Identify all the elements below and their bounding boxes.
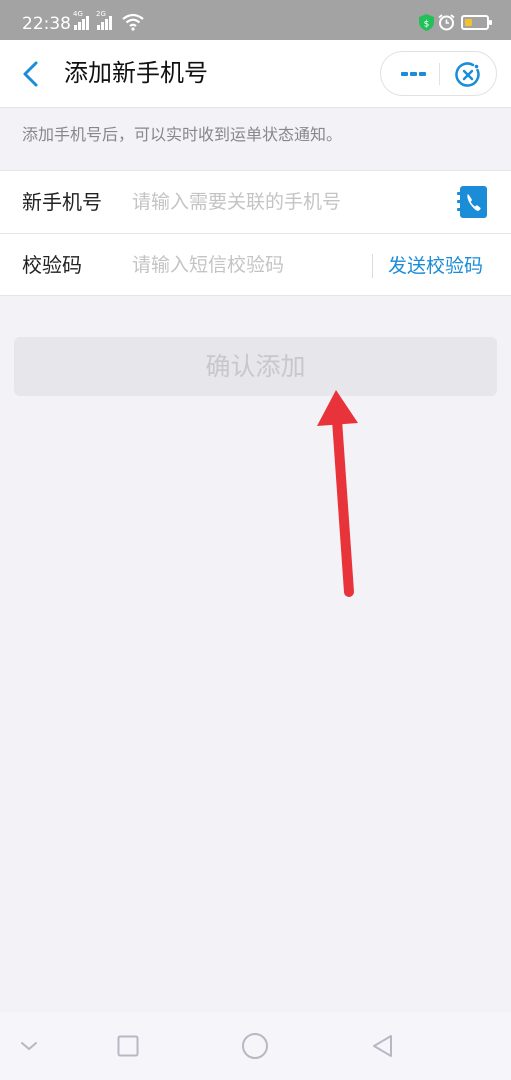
page-title: 添加新手机号 (64, 59, 208, 87)
wifi-icon (122, 13, 144, 31)
status-bar: 22:38 4G 2G $ (0, 0, 511, 40)
network-type-label: 4G (73, 10, 83, 18)
annotation-arrow-icon (317, 390, 358, 597)
more-options-button[interactable] (381, 52, 439, 95)
phone-label: 新手机号 (22, 190, 102, 214)
code-input[interactable] (132, 249, 364, 281)
contacts-phone-icon[interactable] (456, 185, 490, 219)
back-arrow-icon[interactable] (18, 60, 46, 88)
more-dots-icon (401, 72, 408, 76)
vertical-divider (372, 254, 373, 278)
security-shield-icon: $ (419, 14, 434, 31)
battery-level (465, 19, 472, 26)
network-type-label: 2G (96, 10, 106, 18)
send-code-button[interactable]: 发送校验码 (388, 253, 483, 279)
svg-text:$: $ (424, 20, 430, 30)
miniprogram-capsule (380, 51, 497, 96)
recent-apps-icon[interactable] (117, 1035, 139, 1057)
confirm-add-button[interactable]: 确认添加 (14, 337, 497, 396)
phone-form: 新手机号 校验码 发送校验码 (0, 170, 511, 296)
home-icon[interactable] (241, 1032, 269, 1060)
phone-row: 新手机号 (0, 171, 511, 233)
battery-icon (461, 15, 492, 30)
system-navigation-bar (0, 1012, 511, 1080)
code-label: 校验码 (22, 253, 82, 277)
close-miniprogram-icon[interactable] (454, 61, 482, 89)
capsule-divider (439, 63, 440, 85)
phone-input[interactable] (132, 186, 432, 218)
alarm-icon (438, 14, 455, 31)
back-triangle-icon[interactable] (371, 1034, 395, 1058)
notice-text: 添加手机号后，可以实时收到运单状态通知。 (22, 125, 343, 144)
status-time: 22:38 (22, 14, 71, 34)
code-row: 校验码 发送校验码 (0, 234, 511, 296)
navigation-bar: 添加新手机号 (0, 40, 511, 108)
chevron-down-icon[interactable] (19, 1039, 39, 1053)
